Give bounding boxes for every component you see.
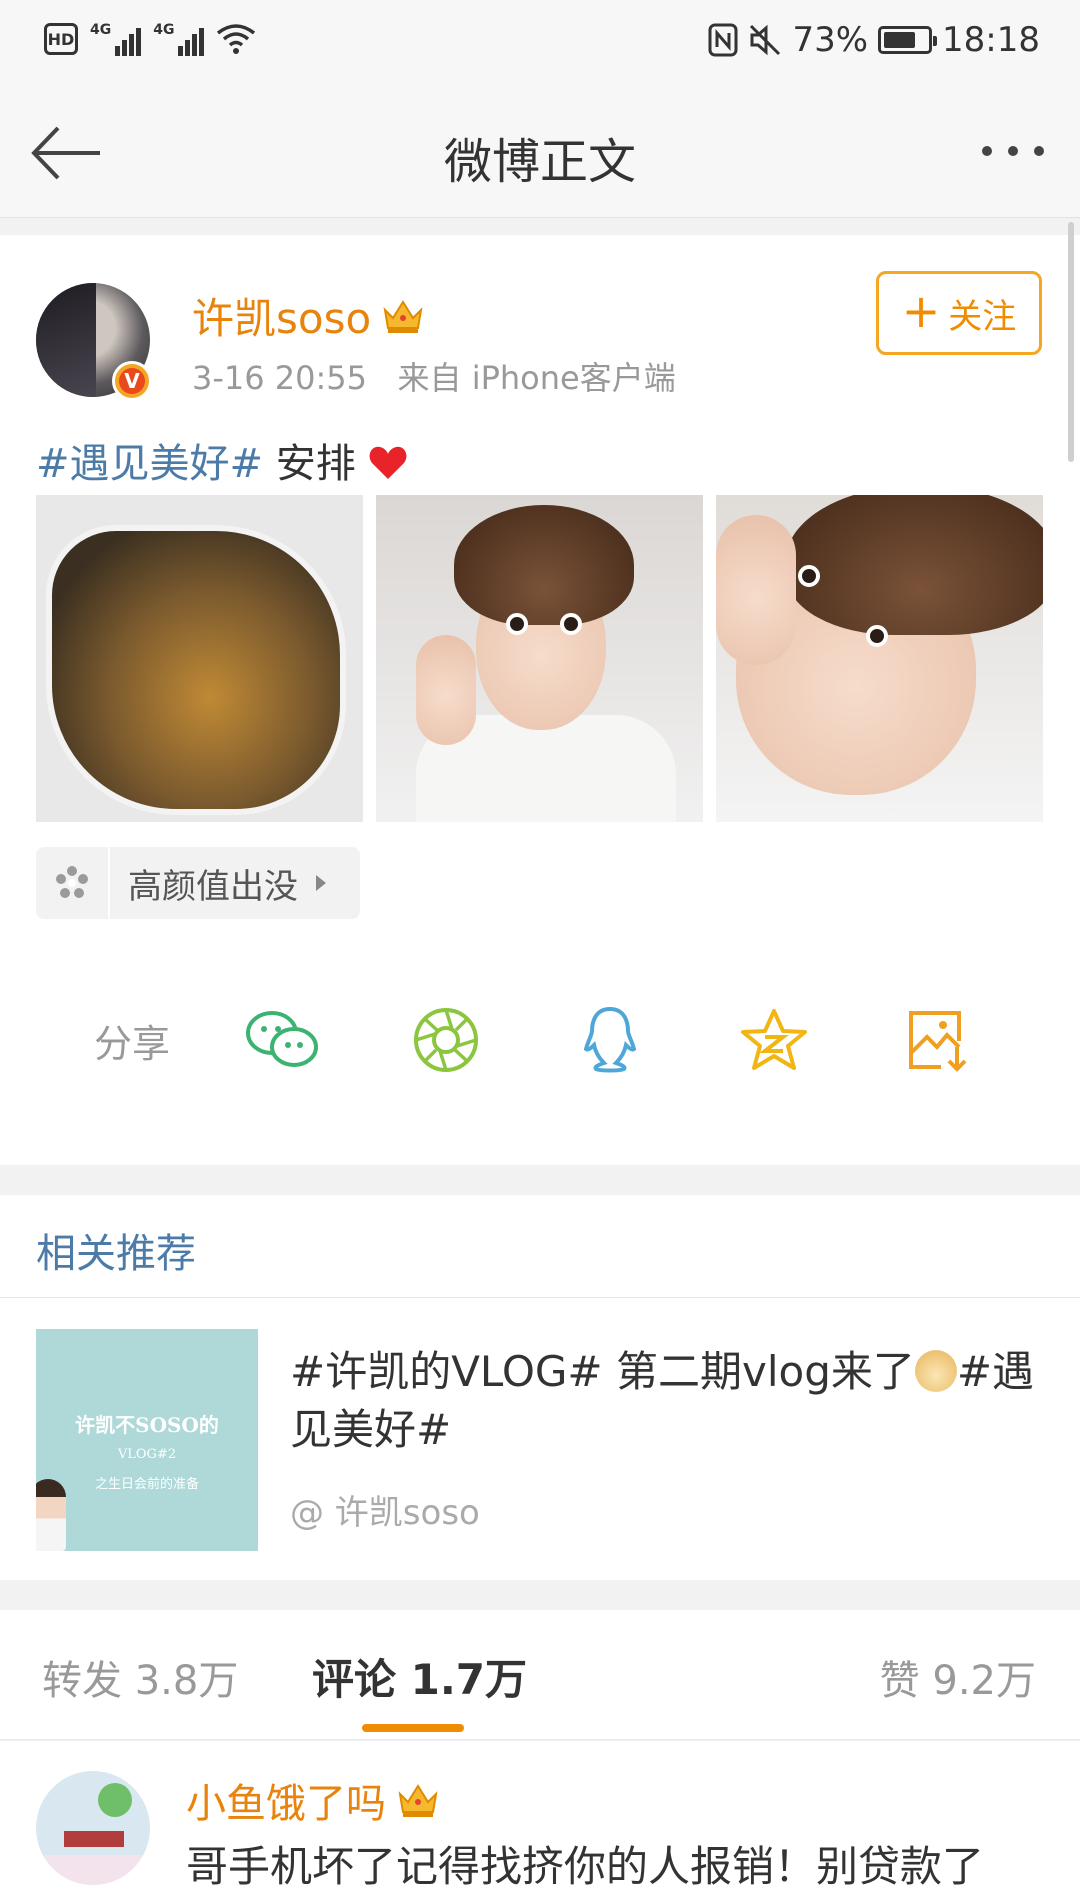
signal-icon: 4G	[153, 22, 205, 56]
comment-text: 哥手机坏了记得找挤你的人报销！别贷款了	[186, 1842, 985, 1889]
related-section: 相关推荐 许凯不SOSO的 VLOG#2 之生日会前的准备 #许凯的VLOG# …	[0, 1195, 1080, 1580]
post-text: #遇见美好# 安排	[36, 431, 408, 489]
status-right: 73% 18:18	[708, 20, 1040, 60]
tab-repost[interactable]: 转发 3.8万	[42, 1648, 238, 1706]
save-image-button[interactable]	[856, 965, 1020, 1115]
page-title: 微博正文	[443, 134, 636, 190]
commenter-avatar[interactable]	[36, 1771, 150, 1885]
post-meta: 3-16 20:55 来自 iPhone客户端	[192, 353, 676, 399]
heart-emoji-icon	[370, 446, 407, 479]
nfc-icon	[708, 23, 738, 57]
thumb-caption: 之生日会前的准备	[94, 1477, 199, 1492]
qq-icon	[583, 1006, 637, 1073]
plus-icon: +	[901, 284, 941, 338]
related-thumbnail[interactable]: 许凯不SOSO的 VLOG#2 之生日会前的准备	[36, 1329, 258, 1551]
topic-hashtag[interactable]: #遇见美好#	[36, 441, 263, 487]
vip-crown-icon	[383, 299, 423, 333]
commenter-name-text: 小鱼饿了吗	[186, 1781, 386, 1827]
post-image-2[interactable]	[376, 495, 703, 822]
doge-emoji-icon	[914, 1350, 957, 1392]
topic-flower-icon	[36, 847, 108, 919]
post-card: V 许凯soso 3-16 20:55 来自 iPhone客户端 + 关注 #遇…	[0, 235, 1080, 1165]
thumb-figure	[36, 1479, 66, 1551]
tab-comment[interactable]: 评论 1.7万	[312, 1646, 527, 1707]
related-author[interactable]: @ 许凯soso	[290, 1485, 480, 1534]
post-time: 3-16 20:55	[192, 359, 368, 397]
post-source: 来自 iPhone客户端	[397, 359, 676, 397]
topic-chip-label: 高颜值出没	[128, 866, 298, 907]
chevron-right-icon	[316, 875, 326, 891]
scrollbar[interactable]	[1068, 222, 1074, 462]
comment-item: 小鱼饿了吗 哥手机坏了记得找挤你的人报销！别贷款了	[0, 1741, 1080, 1889]
battery-icon	[878, 26, 938, 54]
share-wechat-button[interactable]	[200, 965, 364, 1115]
vip-crown-icon	[398, 1784, 438, 1817]
moments-icon	[414, 1008, 478, 1072]
share-qzone-button[interactable]	[692, 965, 856, 1115]
network-label: 4G	[90, 22, 112, 38]
post-image-1[interactable]	[36, 495, 363, 822]
tab-like[interactable]: 赞 9.2万	[880, 1648, 1036, 1706]
signal-icon: 4G	[90, 22, 142, 56]
thumb-title: 许凯不SOSO的	[75, 1413, 219, 1437]
more-options-button[interactable]	[982, 146, 1044, 156]
verified-badge-icon: V	[112, 361, 152, 401]
active-tab-indicator	[362, 1724, 464, 1732]
share-qq-button[interactable]	[528, 965, 692, 1115]
wifi-icon	[217, 24, 256, 54]
nav-bar: 微博正文	[0, 88, 1080, 218]
follow-label: 关注	[948, 296, 1017, 337]
commenter-name[interactable]: 小鱼饿了吗	[186, 1771, 440, 1829]
divider	[0, 1297, 1080, 1298]
related-title-part1: #许凯的VLOG# 第二期vlog来了	[290, 1347, 915, 1396]
post-image-3[interactable]	[716, 495, 1043, 822]
battery-fill	[884, 32, 916, 48]
hd-badge: HD	[44, 23, 78, 55]
share-moments-button[interactable]	[364, 965, 528, 1115]
topic-chip[interactable]: 高颜值出没	[36, 847, 360, 919]
clock: 18:18	[942, 20, 1040, 60]
status-bar: HD 4G 4G 73% 18:18	[0, 0, 1080, 88]
thumb-subtitle: VLOG#2	[117, 1447, 177, 1462]
interaction-tabs: 转发 3.8万 评论 1.7万 赞 9.2万	[0, 1610, 1080, 1740]
post-body: 安排	[263, 441, 356, 487]
share-bar: 分享	[36, 965, 1044, 1115]
author-name[interactable]: 许凯soso	[192, 285, 425, 346]
wechat-icon	[246, 1011, 318, 1067]
related-title[interactable]: #许凯的VLOG# 第二期vlog来了 #遇见美好#	[290, 1343, 1050, 1459]
qzone-icon	[741, 1009, 807, 1070]
mute-icon	[750, 24, 781, 56]
related-heading: 相关推荐	[36, 1231, 196, 1277]
share-label: 分享	[94, 1021, 171, 1066]
status-left: HD 4G 4G	[44, 22, 256, 56]
battery-percent: 73%	[792, 20, 869, 60]
author-name-text: 许凯soso	[192, 294, 372, 343]
save-image-icon	[909, 1011, 967, 1072]
network-label: 4G	[153, 22, 175, 38]
follow-button[interactable]: + 关注	[876, 271, 1042, 355]
